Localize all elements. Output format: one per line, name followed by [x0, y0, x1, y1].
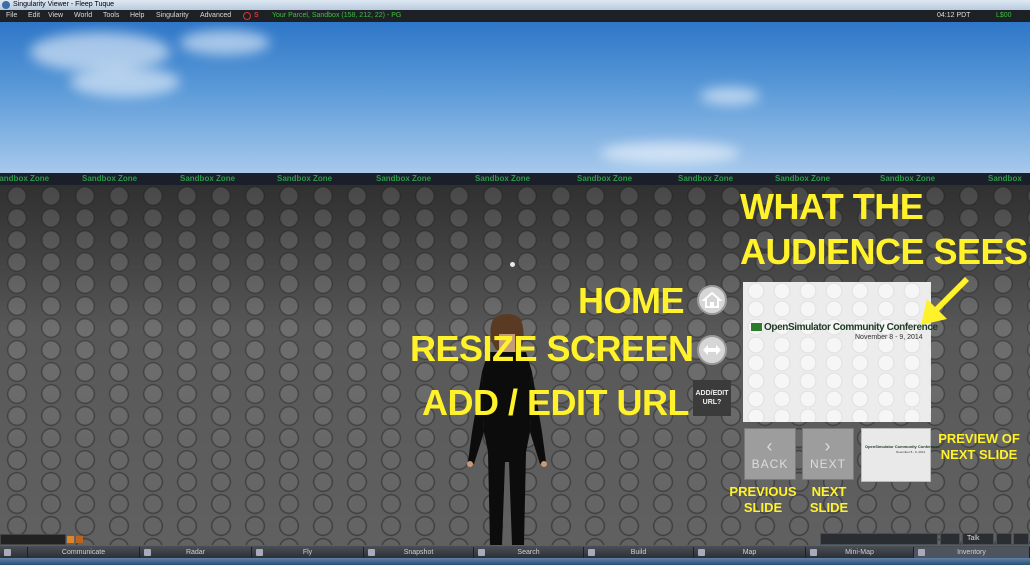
- previous-slide-label: PREVIOUS SLIDE: [729, 484, 797, 515]
- map-button[interactable]: Map: [694, 547, 806, 558]
- preview-dates: November 8 - 9, 2014: [896, 450, 926, 454]
- menu-view[interactable]: View: [48, 10, 63, 22]
- pointer-arrow-icon: [921, 277, 969, 325]
- preview-title: OpenSimulator Community Conference: [865, 444, 940, 449]
- communicate-button[interactable]: Communicate: [28, 547, 140, 558]
- menu-advanced[interactable]: Advanced: [200, 10, 231, 22]
- zone-label: Sandbox Zone: [678, 174, 734, 183]
- zone-label: Sandbox Zone: [775, 174, 831, 183]
- zone-label: Sandbox Zone: [880, 174, 936, 183]
- media-icon[interactable]: [243, 12, 251, 20]
- cloud: [600, 142, 740, 164]
- gesture-button[interactable]: [940, 533, 960, 545]
- menu-help[interactable]: Help: [130, 10, 144, 22]
- menu-bar: File Edit View World Tools Help Singular…: [0, 10, 1030, 22]
- voice-down-button[interactable]: [1013, 533, 1029, 545]
- sky: [0, 22, 1030, 173]
- chat-bubble-icon: [4, 549, 11, 556]
- radar-label: Radar: [185, 549, 206, 556]
- snapshot-button[interactable]: Snapshot: [364, 547, 474, 558]
- menu-tools[interactable]: Tools: [103, 10, 119, 22]
- home-button[interactable]: [697, 285, 727, 315]
- search-button[interactable]: Search: [474, 547, 584, 558]
- zone-label: Sandbox Zone: [577, 174, 633, 183]
- snapshot-label: Snapshot: [403, 549, 434, 556]
- add-edit-url-label: ADD / EDIT URL: [422, 382, 690, 423]
- zone-label: Sandbox Zone: [82, 174, 138, 183]
- window-titlebar: Singularity Viewer - Fleep Tuque: [0, 0, 1030, 10]
- inventory-icon: [918, 549, 925, 556]
- audience-label-line2: AUDIENCE SEES: [740, 231, 1028, 272]
- house-icon: [701, 291, 723, 308]
- bottom-toolbar: Communicate Radar Fly Snapshot Search Bu…: [0, 545, 1030, 558]
- balance[interactable]: L$00: [996, 10, 1012, 22]
- search-icon: [478, 549, 485, 556]
- app-icon: [2, 1, 10, 9]
- search-label: Search: [517, 549, 540, 556]
- conference-dates: November 8 - 9, 2014: [855, 334, 923, 341]
- menu-singularity[interactable]: Singularity: [156, 10, 189, 22]
- chat-toggle-button[interactable]: [0, 547, 28, 558]
- radar-button[interactable]: Radar: [140, 547, 252, 558]
- zone-label: Sandbox Zone: [475, 174, 531, 183]
- clock: 04:12 PDT: [937, 12, 971, 19]
- resize-arrows-icon: [703, 345, 721, 355]
- camera-icon: [368, 549, 375, 556]
- voice-up-button[interactable]: [996, 533, 1012, 545]
- chat-option-button[interactable]: [67, 536, 74, 543]
- cloud: [30, 32, 170, 72]
- presentation-screen[interactable]: OpenSimulator Community Conference Novem…: [743, 282, 938, 422]
- build-label: Build: [630, 549, 647, 556]
- minimap-button[interactable]: Mini-Map: [806, 547, 914, 558]
- chevron-left-icon: ‹: [766, 436, 774, 456]
- zone-label: Sandbox Zone: [0, 174, 50, 183]
- resize-label: RESIZE SCREEN: [410, 328, 694, 369]
- parcel-info[interactable]: Your Parcel, Sandbox (158, 212, 22) - PG: [272, 10, 401, 22]
- opensim-logo-icon: [751, 323, 762, 331]
- zone-label: Sandbox Zone: [277, 174, 333, 183]
- chat-input[interactable]: [0, 534, 66, 545]
- zone-label: Sandbox Zone: [180, 174, 236, 183]
- build-button[interactable]: Build: [584, 547, 694, 558]
- window-title: Singularity Viewer - Fleep Tuque: [13, 1, 115, 8]
- resize-screen-button[interactable]: [697, 335, 727, 365]
- cloud: [70, 67, 180, 97]
- audience-label-line1: WHAT THE: [740, 186, 924, 227]
- next-slide-label: NEXT SLIDE: [809, 484, 849, 515]
- chat-close-button[interactable]: [76, 536, 83, 543]
- chevron-right-icon: ›: [824, 436, 832, 456]
- next-slide-preview: OpenSimulator Community Conference Novem…: [861, 428, 940, 482]
- home-label: HOME: [578, 280, 685, 321]
- media-controls[interactable]: [820, 533, 938, 545]
- communicate-label: Communicate: [61, 549, 106, 556]
- fly-button[interactable]: Fly: [252, 547, 364, 558]
- menu-edit[interactable]: Edit: [28, 10, 40, 22]
- sandbox-zone-strip: Sandbox Zone Sandbox Zone Sandbox Zone S…: [0, 173, 1030, 195]
- cloud: [180, 30, 270, 55]
- map-icon: [698, 549, 705, 556]
- menu-file[interactable]: File: [6, 10, 17, 22]
- cloud: [700, 87, 760, 105]
- preview-next-label: PREVIEW OF NEXT SLIDE: [938, 431, 1020, 462]
- menu-world[interactable]: World: [74, 10, 92, 22]
- voice-icon[interactable]: S: [254, 10, 259, 22]
- inventory-label: Inventory: [957, 549, 986, 556]
- next-label: NEXT: [809, 457, 846, 471]
- build-icon: [588, 549, 595, 556]
- next-slide-button[interactable]: › NEXT: [802, 428, 854, 480]
- light-dot: [510, 262, 515, 267]
- fly-icon: [256, 549, 263, 556]
- zone-label: Sandbox Zone: [376, 174, 432, 183]
- add-edit-url-button[interactable]: ADD/EDIT URL?: [693, 380, 731, 416]
- os-taskbar: [0, 558, 1030, 565]
- fly-label: Fly: [302, 549, 313, 556]
- radar-icon: [144, 549, 151, 556]
- previous-slide-button[interactable]: ‹ BACK: [744, 428, 796, 480]
- inventory-button[interactable]: Inventory: [914, 547, 1030, 558]
- minimap-label: Mini-Map: [845, 549, 874, 556]
- map-label: Map: [742, 549, 757, 556]
- talk-button[interactable]: Talk: [962, 533, 994, 545]
- minimap-icon: [810, 549, 817, 556]
- back-label: BACK: [751, 457, 789, 471]
